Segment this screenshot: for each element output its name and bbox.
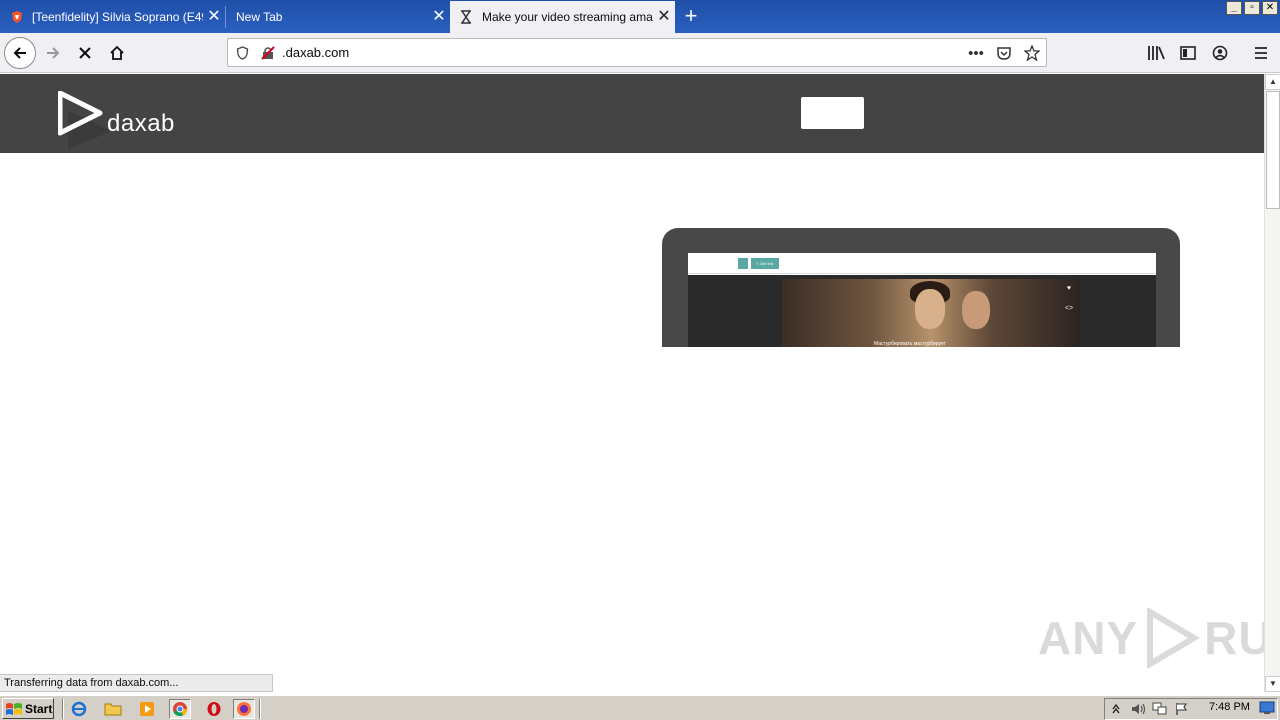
volume-icon[interactable] (1127, 700, 1149, 718)
watermark-text-right: RUN (1204, 612, 1264, 664)
show-desktop-icon[interactable] (1259, 701, 1275, 715)
tab-title: New Tab (236, 10, 283, 24)
tab-close-icon[interactable]: ✕ (203, 9, 225, 25)
ie-icon[interactable] (68, 699, 90, 719)
watermark-play-icon (1147, 608, 1201, 668)
tab-teenfidelity[interactable]: [Teenfidelity] Silvia Soprano (E49 ✕ (0, 1, 225, 33)
arrow-left-icon (13, 47, 26, 59)
tab-close-icon[interactable]: ✕ (428, 9, 450, 25)
scroll-up-arrow-icon[interactable]: ▲ (1265, 74, 1280, 90)
scroll-thumb[interactable] (1266, 91, 1280, 209)
flag-icon[interactable] (1171, 700, 1193, 718)
navigation-bar: .daxab.com ••• (0, 33, 1280, 73)
hamburger-menu-icon[interactable] (1249, 41, 1273, 65)
stop-button[interactable] (69, 37, 101, 69)
tab-close-icon[interactable]: ✕ (653, 9, 675, 25)
tab-daxab[interactable]: Make your video streaming amazin ✕ (450, 1, 675, 33)
brand-name[interactable]: daxab (107, 110, 175, 138)
taskbar: Start 7:48 PM (0, 694, 1280, 720)
page-actions-icon[interactable]: ••• (965, 43, 987, 63)
account-icon[interactable] (1208, 41, 1232, 65)
brave-shield-icon (10, 9, 28, 25)
firefox-icon[interactable] (233, 699, 255, 719)
opera-icon[interactable] (203, 699, 225, 719)
url-bar[interactable]: .daxab.com ••• (227, 38, 1047, 67)
clock: 7:48 PM (1209, 701, 1250, 713)
mockup-screen: ≡ Get link Мастурбировать мастурбирует ♥… (688, 253, 1156, 347)
tab-title: Make your video streaming amazin (482, 10, 653, 24)
media-player-icon[interactable] (136, 699, 158, 719)
tray-arrow-icon[interactable] (1105, 700, 1127, 718)
header-button[interactable] (801, 97, 864, 129)
site-header: daxab (0, 74, 1264, 153)
url-text: .daxab.com (282, 45, 350, 60)
thumbnail-shape (962, 291, 990, 329)
arrow-right-icon (47, 47, 60, 59)
close-button[interactable]: ✕ (1262, 1, 1278, 15)
home-icon (110, 45, 124, 60)
home-button[interactable] (101, 37, 133, 69)
network-icon[interactable] (1149, 700, 1171, 718)
taskbar-separator (259, 699, 261, 719)
video-thumbnail: Мастурбировать мастурбирует ♥ <> (782, 279, 1080, 347)
windows-logo-icon (6, 702, 22, 715)
insecure-connection-icon[interactable] (260, 45, 276, 61)
mockup-toolbar: ≡ Get link (688, 253, 1156, 274)
vertical-scrollbar[interactable]: ▲ ▼ (1264, 74, 1280, 692)
embed-code-icon: <> (1064, 305, 1074, 312)
anyrun-watermark: ANY RUN (1038, 608, 1264, 668)
mockup-video-area: Мастурбировать мастурбирует ♥ <> (688, 275, 1156, 347)
tracking-shield-icon[interactable] (234, 45, 250, 61)
hourglass-icon (460, 9, 478, 25)
mockup-get-link-button: ≡ Get link (751, 258, 779, 269)
stop-x-icon (79, 47, 91, 59)
new-tab-button[interactable]: + (678, 4, 704, 30)
back-button[interactable] (4, 37, 36, 69)
restore-button[interactable]: ▫ (1244, 1, 1260, 15)
chrome-icon[interactable] (169, 699, 191, 719)
forward-button[interactable] (37, 37, 69, 69)
tab-title: [Teenfidelity] Silvia Soprano (E49 (32, 10, 203, 24)
pocket-icon[interactable] (993, 43, 1015, 63)
minimize-button[interactable]: _ (1226, 1, 1242, 15)
bookmark-star-icon[interactable] (1021, 43, 1043, 63)
system-tray (1104, 698, 1278, 720)
video-caption: Мастурбировать мастурбирует (874, 341, 946, 347)
start-button[interactable]: Start (2, 698, 54, 719)
tab-new-tab[interactable]: New Tab ✕ (226, 1, 450, 33)
page-content: daxab ≡ Get link Мастурбировать мастурби… (0, 74, 1264, 692)
tab-strip: [Teenfidelity] Silvia Soprano (E49 ✕ New… (0, 0, 1280, 33)
folder-icon[interactable] (102, 699, 124, 719)
scroll-down-arrow-icon[interactable]: ▼ (1265, 676, 1280, 692)
watermark-text-left: ANY (1038, 612, 1139, 664)
mockup-small-button (738, 258, 748, 269)
thumbnail-shape (915, 289, 945, 329)
laptop-mockup: ≡ Get link Мастурбировать мастурбирует ♥… (662, 228, 1180, 347)
start-label: Start (25, 701, 53, 716)
library-icon[interactable] (1144, 41, 1168, 65)
heart-icon: ♥ (1066, 285, 1072, 292)
sidebar-toggle-icon[interactable] (1176, 41, 1200, 65)
taskbar-separator (62, 699, 64, 719)
window-controls: _ ▫ ✕ (1226, 1, 1278, 15)
status-bar-text: Transferring data from daxab.com... (0, 674, 273, 692)
